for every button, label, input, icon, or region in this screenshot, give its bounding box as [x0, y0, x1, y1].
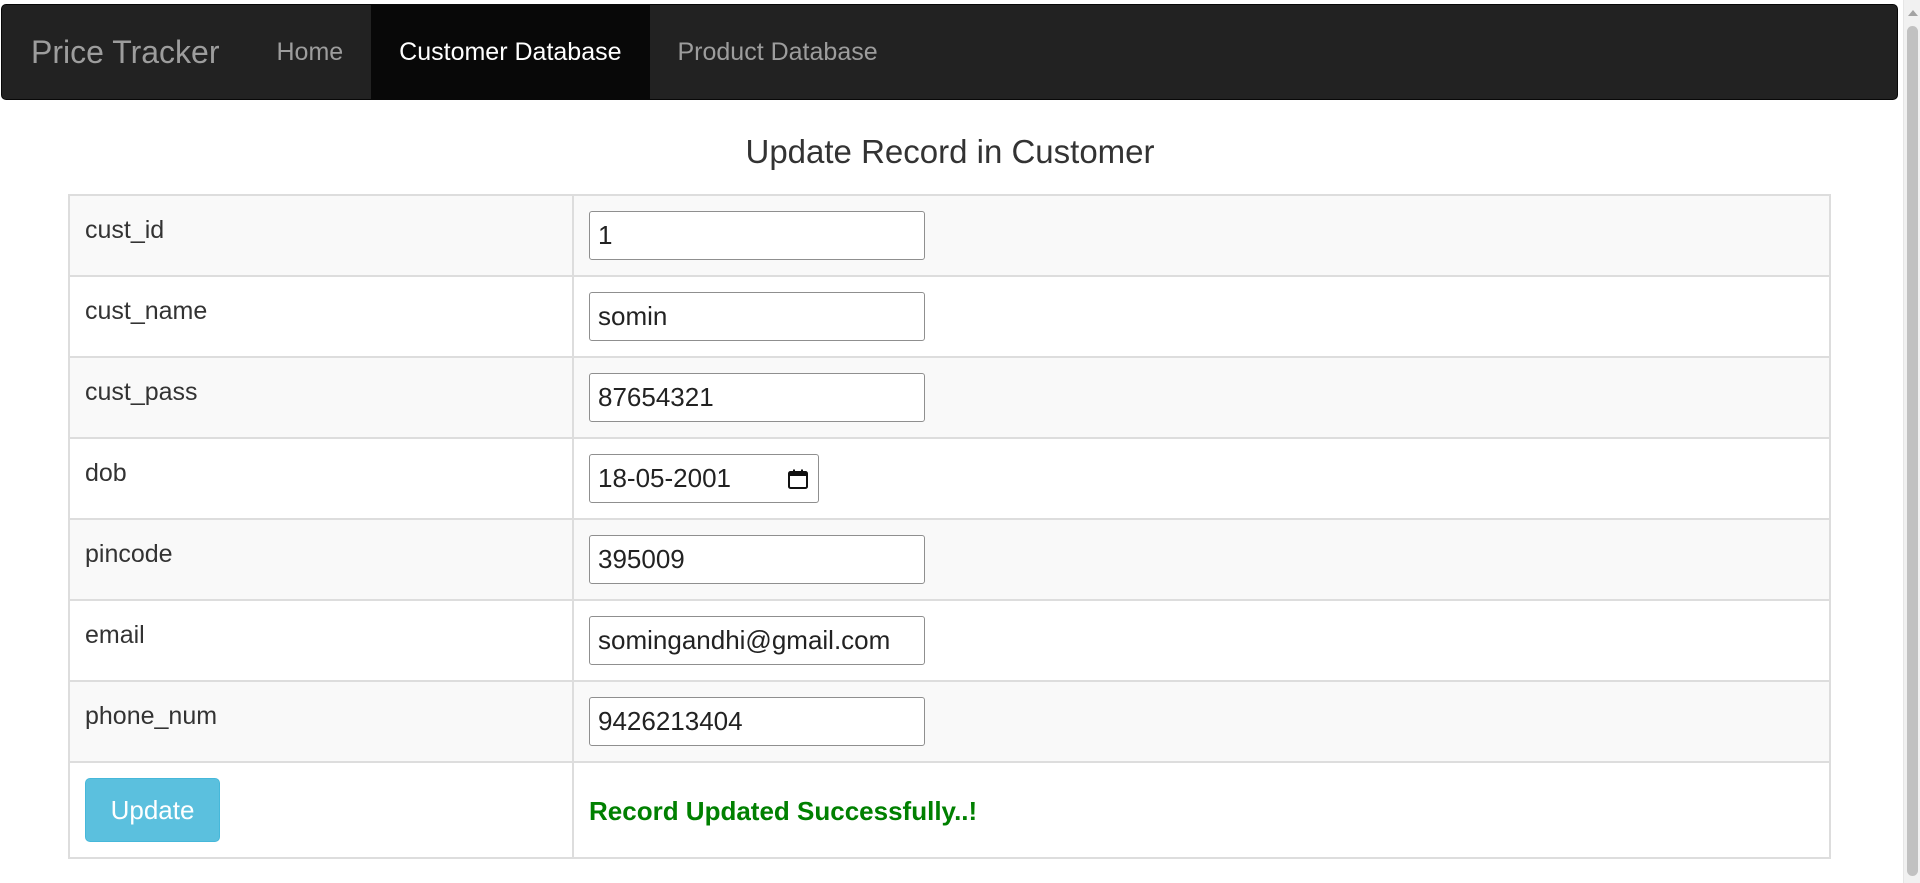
field-label-dob: dob [68, 437, 574, 520]
table-row: pincode [68, 518, 1831, 601]
vertical-scrollbar[interactable] [1903, 0, 1920, 883]
table-row: dob 18-05-2001 [68, 437, 1831, 520]
field-cell [572, 194, 1831, 277]
field-cell [572, 275, 1831, 358]
page-title: Update Record in Customer [745, 133, 1155, 170]
nav-item-product-database[interactable]: Product Database [650, 5, 906, 99]
table-row: email [68, 599, 1831, 682]
field-label-pincode: pincode [68, 518, 574, 601]
field-cell [572, 599, 1831, 682]
page: Price Tracker Home Customer Database Pro… [0, 0, 1920, 883]
field-cell [572, 518, 1831, 601]
cust-id-input[interactable] [589, 211, 925, 260]
dob-value: 18-05-2001 [598, 463, 731, 493]
field-cell: 18-05-2001 [572, 437, 1831, 520]
status-cell: Record Updated Successfully..! [572, 761, 1831, 859]
field-label-phone-num: phone_num [68, 680, 574, 763]
email-input[interactable] [589, 616, 925, 665]
field-label-cust-pass: cust_pass [68, 356, 574, 439]
success-message: Record Updated Successfully..! [589, 796, 978, 826]
field-label-email: email [68, 599, 574, 682]
table-row: phone_num [68, 680, 1831, 763]
brand-link[interactable]: Price Tracker [2, 5, 248, 99]
cust-pass-input[interactable] [589, 373, 925, 422]
field-label-cust-id: cust_id [68, 194, 574, 277]
field-cell [572, 680, 1831, 763]
table-row: Update Record Updated Successfully..! [68, 761, 1831, 859]
field-label-cust-name: cust_name [68, 275, 574, 358]
update-form-table: cust_id cust_name cust_pass dob 18-05-20… [68, 194, 1831, 859]
cust-name-input[interactable] [589, 292, 925, 341]
pincode-input[interactable] [589, 535, 925, 584]
dob-date-input[interactable]: 18-05-2001 [589, 454, 819, 503]
table-row: cust_id [68, 194, 1831, 277]
navbar: Price Tracker Home Customer Database Pro… [1, 4, 1898, 100]
scroll-up-arrow-icon[interactable] [1904, 4, 1920, 21]
field-cell [572, 356, 1831, 439]
phone-num-input[interactable] [589, 697, 925, 746]
table-row: cust_name [68, 275, 1831, 358]
nav-item-customer-database[interactable]: Customer Database [371, 5, 650, 99]
scrollbar-thumb[interactable] [1907, 26, 1918, 876]
table-row: cust_pass [68, 356, 1831, 439]
nav-item-home[interactable]: Home [248, 5, 371, 99]
calendar-icon[interactable] [786, 467, 810, 491]
button-cell: Update [68, 761, 574, 859]
update-button[interactable]: Update [85, 778, 220, 842]
